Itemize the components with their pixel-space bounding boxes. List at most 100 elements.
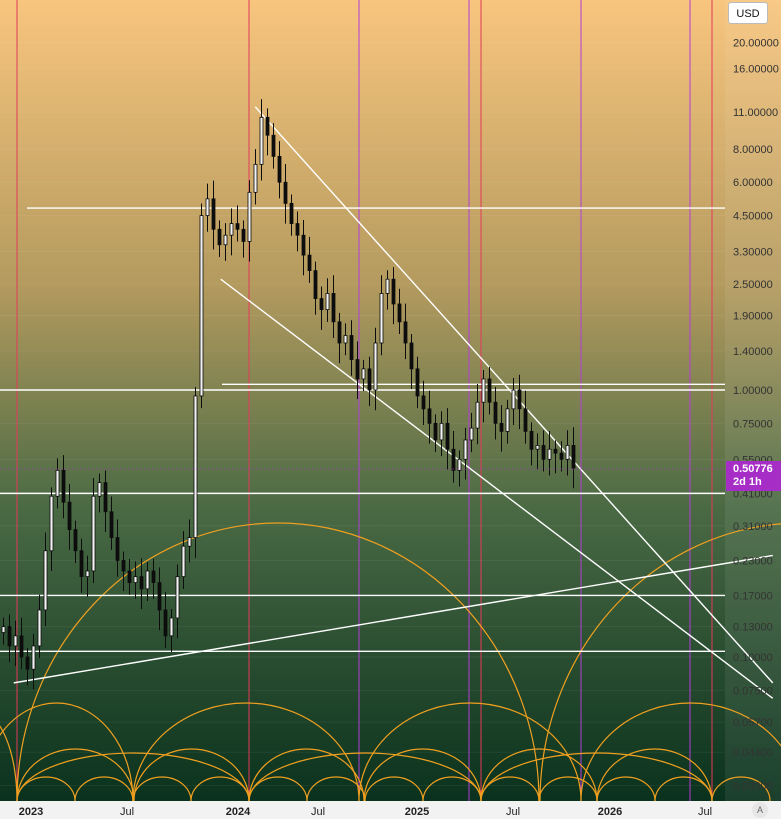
candle-body — [31, 645, 36, 670]
candle-body — [229, 223, 234, 236]
candle-body — [541, 445, 546, 460]
time-tick-label: Jul — [698, 806, 712, 818]
candle-body — [157, 582, 162, 611]
candle-body — [463, 439, 468, 460]
candle-body — [361, 368, 366, 380]
candle-body — [391, 278, 396, 305]
price-tick-label: 0.23000 — [733, 555, 773, 567]
candle-body — [97, 482, 102, 497]
candle-body — [265, 116, 270, 136]
candle-body — [235, 223, 240, 230]
candle-body — [475, 401, 480, 429]
candle-body — [565, 445, 570, 460]
candle-body — [349, 335, 354, 360]
price-tick-label: 0.75000 — [733, 418, 773, 430]
candle-body — [241, 228, 246, 242]
candle-body — [499, 422, 504, 432]
price-tick-label: 0.05700 — [733, 717, 773, 729]
candle-body — [331, 293, 336, 323]
candle-body — [481, 378, 486, 403]
candle-body — [367, 368, 372, 391]
candle-body — [487, 378, 492, 403]
price-tick-label: 1.00000 — [733, 385, 773, 397]
bar-countdown: 2d 1h — [733, 476, 762, 488]
candle-body — [181, 545, 186, 578]
price-chart[interactable]: 20.00000 16.00000 11.00000 8.00000 6.00000 4.… — [0, 0, 781, 819]
candle-body — [211, 198, 216, 230]
price-tick-label: 6.00000 — [733, 177, 773, 189]
price-tick-label: 11.00000 — [733, 107, 778, 119]
candle-body — [433, 422, 438, 441]
candle-body — [259, 116, 264, 165]
candle-body — [493, 401, 498, 424]
candle-body — [205, 198, 210, 216]
candle-body — [325, 293, 330, 311]
candle-body — [163, 609, 168, 637]
currency-selector[interactable]: USD — [728, 2, 768, 24]
candle-body — [55, 469, 60, 497]
candle-body — [109, 511, 114, 539]
candle-body — [13, 635, 18, 647]
price-tick-label: 3.30000 — [733, 247, 773, 259]
candle-body — [121, 560, 126, 572]
price-tick-label: 16.00000 — [733, 63, 779, 75]
candle-body — [439, 422, 444, 441]
time-tick-label: 2026 — [598, 806, 622, 818]
candle-body — [307, 254, 312, 272]
time-tick-label: Jul — [311, 806, 325, 818]
candle-body — [415, 368, 420, 397]
candle-body — [559, 452, 564, 460]
price-tick-label: 0.07500 — [733, 685, 773, 697]
price-tick-label: 0.17000 — [733, 590, 773, 602]
candle-body — [469, 427, 474, 441]
candle-body — [313, 270, 318, 299]
price-tick-label: 0.04400 — [733, 747, 773, 759]
time-axis-panel[interactable] — [0, 801, 781, 819]
candle-body — [295, 223, 300, 236]
time-tick-label: Jul — [506, 806, 520, 818]
candle-body — [517, 389, 522, 410]
candle-body — [421, 395, 426, 410]
candle-body — [223, 234, 228, 246]
candle-body — [397, 303, 402, 323]
candle-body — [217, 228, 222, 246]
price-tick-label: 1.90000 — [733, 311, 773, 323]
price-tick-label: 8.00000 — [733, 144, 773, 156]
candle-body — [529, 430, 534, 450]
candle-body — [553, 448, 558, 454]
candle-body — [409, 342, 414, 370]
candle-body — [523, 408, 528, 432]
last-price-badge: 0.50776 2d 1h — [726, 461, 781, 491]
candle-body — [505, 408, 510, 432]
last-price-value: 0.50776 — [733, 463, 773, 475]
candle-body — [301, 234, 306, 256]
candle-body — [67, 501, 72, 531]
price-tick-label: 2.50000 — [733, 279, 773, 291]
candle-body — [355, 359, 360, 380]
candle-body — [73, 529, 78, 552]
candle-body — [193, 395, 198, 539]
price-tick-label: 20.00000 — [733, 38, 779, 50]
candle-body — [199, 215, 204, 397]
price-axis-panel[interactable] — [725, 0, 781, 801]
candle-body — [25, 656, 30, 670]
candle-body — [61, 469, 66, 503]
price-tick-label: 0.13000 — [733, 622, 773, 634]
candle-body — [7, 626, 12, 647]
price-tick-label: 1.40000 — [733, 346, 773, 358]
price-tick-label: 0.03300 — [733, 781, 773, 793]
time-tick-label: 2025 — [405, 806, 429, 818]
auto-scale-button[interactable]: A — [752, 802, 768, 818]
candle-body — [337, 321, 342, 344]
chart-background — [0, 0, 781, 819]
candle-body — [151, 570, 156, 583]
candle-body — [319, 298, 324, 311]
candle-body — [289, 202, 294, 224]
price-tick-label: 4.50000 — [733, 211, 773, 223]
candle-body — [115, 537, 120, 561]
candle-body — [79, 550, 84, 578]
candle-body — [373, 342, 378, 391]
candle-body — [343, 335, 348, 344]
candle-body — [37, 609, 42, 647]
price-tick-label: 0.10000 — [733, 652, 773, 664]
